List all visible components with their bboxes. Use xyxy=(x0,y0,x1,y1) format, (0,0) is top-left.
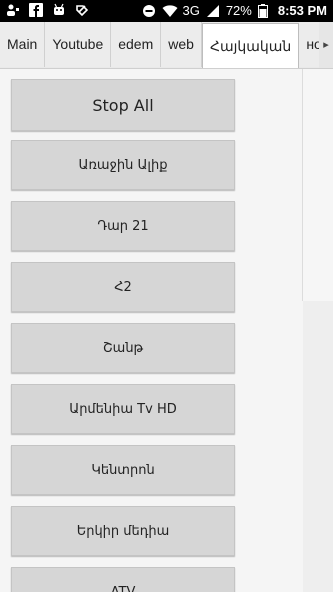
tab-edem[interactable]: edem xyxy=(111,22,162,67)
channel-button[interactable]: Կենտրոն xyxy=(11,445,235,495)
channel-button[interactable]: Երկիր մեդիա xyxy=(11,506,235,556)
battery-percent: 72% xyxy=(225,3,252,18)
channel-button[interactable]: Շանթ xyxy=(11,323,235,373)
facebook-icon xyxy=(29,3,43,17)
android-icon xyxy=(52,3,66,17)
scrollbar[interactable] xyxy=(302,69,333,592)
network-type: 3G xyxy=(182,3,200,18)
tab-youtube[interactable]: Youtube xyxy=(45,22,112,67)
tab-main[interactable]: Main xyxy=(0,22,46,67)
do-not-disturb-icon xyxy=(142,4,156,18)
channel-button[interactable]: Հ2 xyxy=(11,262,235,312)
tab-bar: Main Youtube edem web Հայկական нo xyxy=(0,22,333,69)
status-bar: 3G 72% 8:53 PM xyxy=(0,0,333,22)
clock: 8:53 PM xyxy=(277,3,327,18)
channel-button[interactable]: Առաջին Ալիք xyxy=(11,140,235,190)
download-icon xyxy=(75,3,89,17)
person-notification-icon xyxy=(6,3,20,17)
wifi-icon xyxy=(162,4,178,18)
tab-armenian[interactable]: Հայկական xyxy=(201,23,300,68)
channel-button[interactable]: ATV xyxy=(11,567,235,592)
battery-icon xyxy=(257,4,272,18)
channel-list: Stop All Առաջին Ալիք Դար 21 Հ2 Շանթ Արմե… xyxy=(0,69,333,592)
channel-button[interactable]: Արմենիա Tv HD xyxy=(11,384,235,434)
channel-button[interactable]: Դար 21 xyxy=(11,201,235,251)
tab-web[interactable]: web xyxy=(161,22,202,67)
tab-scroll-right-icon[interactable]: ▸ xyxy=(319,22,333,68)
signal-icon xyxy=(206,4,220,18)
scrollbar-thumb[interactable] xyxy=(302,69,333,301)
stop-all-button[interactable]: Stop All xyxy=(11,79,235,131)
